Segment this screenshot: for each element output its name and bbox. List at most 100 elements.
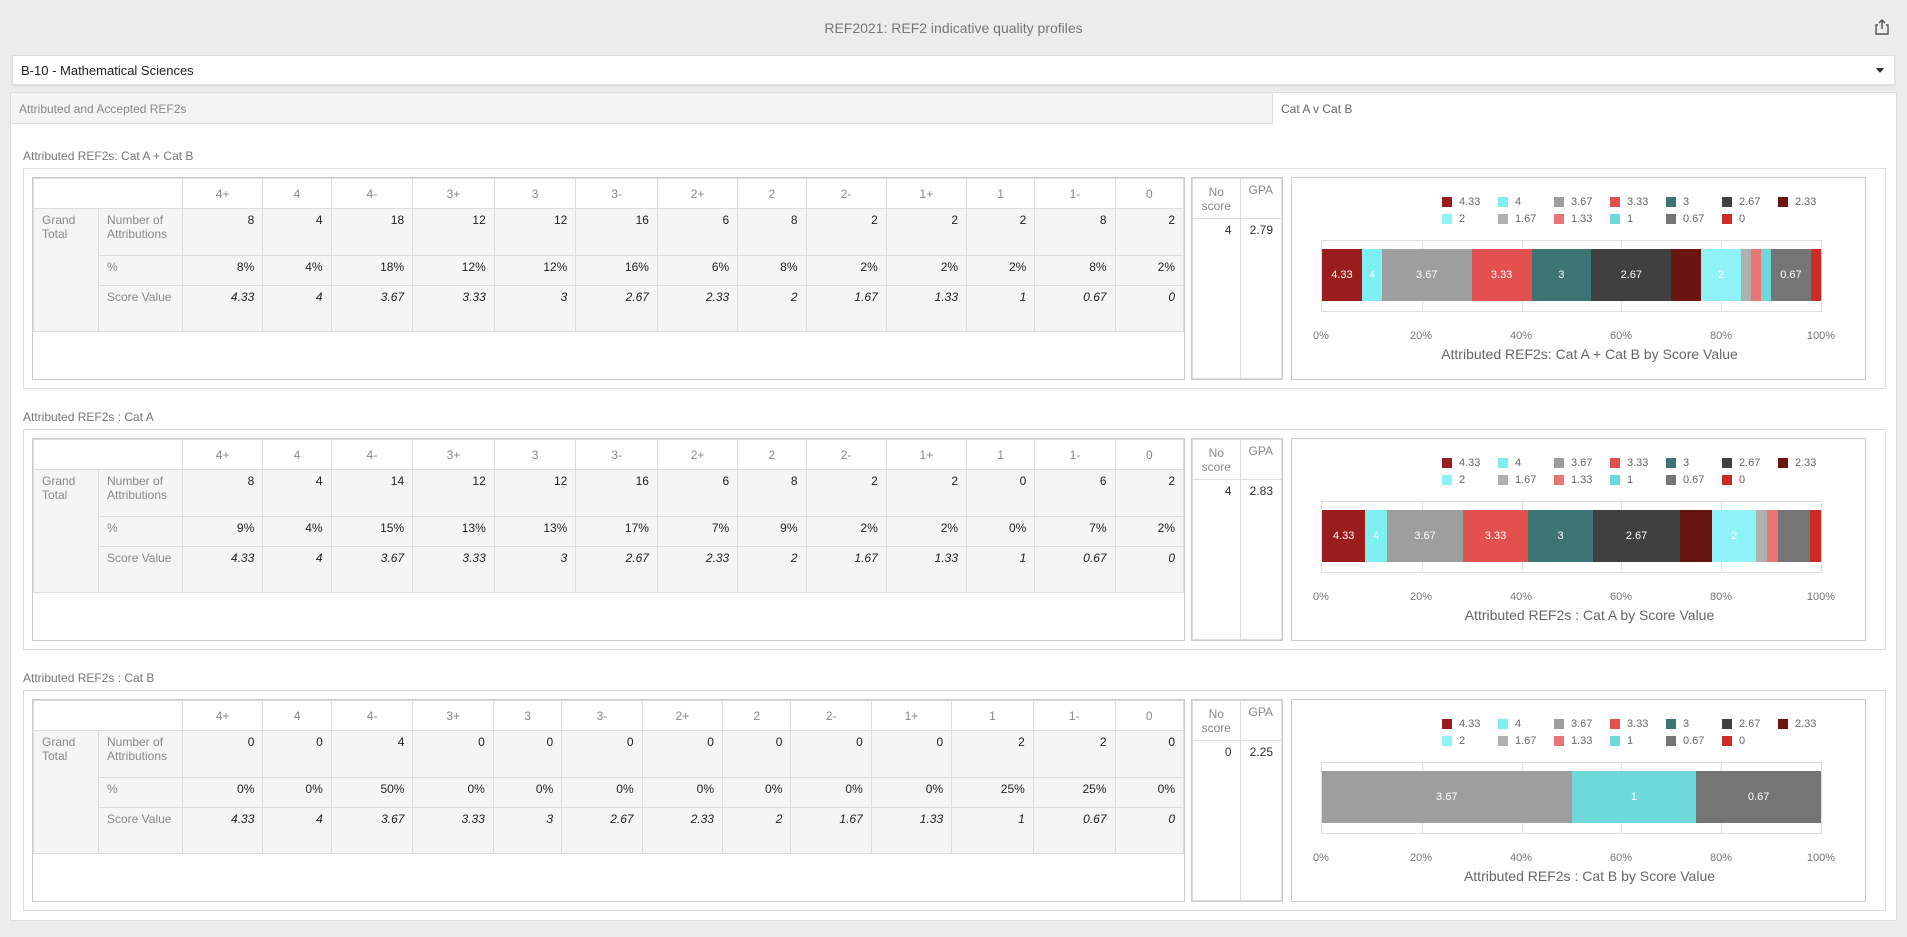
legend-item[interactable]: 0 xyxy=(1722,474,1778,486)
bar-segment-0.67[interactable]: 0.67 xyxy=(1771,249,1811,301)
legend-item[interactable]: 2.33 xyxy=(1778,457,1834,469)
table-cell: 1 xyxy=(951,807,1034,854)
legend-item[interactable]: 3 xyxy=(1666,718,1722,730)
share-icon[interactable] xyxy=(1873,18,1891,36)
legend-item[interactable]: 4 xyxy=(1498,457,1554,469)
legend-item[interactable]: 2 xyxy=(1442,474,1498,486)
table-cell: 2 xyxy=(966,208,1036,256)
gpa-header: GPA xyxy=(1239,178,1283,219)
bar-segment-2[interactable]: 2 xyxy=(1712,510,1756,562)
table-cell: 2% xyxy=(885,516,968,547)
legend-item[interactable]: 4 xyxy=(1498,196,1554,208)
legend-item[interactable]: 3.67 xyxy=(1554,196,1610,208)
legend-swatch xyxy=(1610,719,1620,729)
legend-item[interactable]: 2.67 xyxy=(1722,457,1778,469)
table-row: % 0% 0% 50% 0% 0% 0% 0% 0% 0% 0% 25% 25% 0% xyxy=(34,777,1185,808)
bar-segment-3.33[interactable]: 3.33 xyxy=(1471,249,1532,301)
legend-item[interactable]: 1.33 xyxy=(1554,213,1610,225)
bar-segment-2.67[interactable]: 2.67 xyxy=(1591,249,1672,301)
section-title: Attributed REF2s : Cat B xyxy=(23,671,155,685)
bar-segment-1.67[interactable] xyxy=(1741,249,1752,301)
bar-segment-3[interactable]: 3 xyxy=(1531,249,1592,301)
legend-item[interactable]: 1 xyxy=(1610,213,1666,225)
segment-label: 1 xyxy=(1630,791,1637,803)
legend-item[interactable]: 3 xyxy=(1666,196,1722,208)
bar-segment-3.33[interactable]: 3.33 xyxy=(1463,510,1529,562)
bar-segment-2.67[interactable]: 2.67 xyxy=(1593,510,1680,562)
legend-item[interactable]: 3.67 xyxy=(1554,457,1610,469)
bar-segment-3.67[interactable]: 3.67 xyxy=(1381,249,1472,301)
table-cell: 2 xyxy=(951,730,1034,778)
bar-segment-2.33[interactable] xyxy=(1671,249,1702,301)
legend-item[interactable]: 3.67 xyxy=(1554,718,1610,730)
legend-item[interactable]: 3.33 xyxy=(1610,457,1666,469)
unit-of-assessment-select[interactable]: B-10 - Mathematical Sciences xyxy=(12,55,1895,85)
legend-item[interactable]: 2.67 xyxy=(1722,196,1778,208)
table-cell: 0 xyxy=(790,730,872,778)
tab-cat-a-v-cat-b[interactable]: Cat A v Cat B xyxy=(1273,93,1361,124)
legend-label: 4 xyxy=(1515,196,1522,208)
table-cell: 2% xyxy=(885,255,968,286)
legend-swatch xyxy=(1610,736,1620,746)
legend-item[interactable]: 1.33 xyxy=(1554,735,1610,747)
legend-item[interactable]: 2.67 xyxy=(1722,718,1778,730)
legend-swatch xyxy=(1666,458,1676,468)
chart-title: Attributed REF2s: Cat A + Cat B by Score… xyxy=(1441,346,1738,362)
bar-segment-1.67[interactable] xyxy=(1755,510,1767,562)
x-tick-label: 20% xyxy=(1409,591,1433,603)
bar-segment-3.67[interactable]: 3.67 xyxy=(1322,771,1572,823)
grand-total-label: Grand Total xyxy=(33,730,99,854)
legend-item[interactable]: 0 xyxy=(1722,213,1778,225)
bar-segment-0[interactable] xyxy=(1810,249,1821,301)
table-cell: 50% xyxy=(330,777,414,808)
bar-segment-1.33[interactable] xyxy=(1766,510,1778,562)
legend-item[interactable]: 1.33 xyxy=(1554,474,1610,486)
legend-item[interactable]: 1 xyxy=(1610,474,1666,486)
bar-segment-0.67[interactable] xyxy=(1777,510,1811,562)
table-cell: 1.67 xyxy=(805,285,887,332)
legend-item[interactable]: 0.67 xyxy=(1666,213,1722,225)
bar-segment-0[interactable] xyxy=(1810,510,1821,562)
table-cell: 8 xyxy=(737,208,807,256)
bar-segment-1[interactable] xyxy=(1761,249,1771,301)
bar-segment-4[interactable]: 4 xyxy=(1361,249,1382,301)
bar-segment-1.33[interactable] xyxy=(1751,249,1762,301)
legend-item[interactable]: 0 xyxy=(1722,735,1778,747)
bar-segment-4.33[interactable]: 4.33 xyxy=(1322,510,1366,562)
legend-item[interactable]: 4 xyxy=(1498,718,1554,730)
legend-item[interactable]: 3 xyxy=(1666,457,1722,469)
bar-segment-3[interactable]: 3 xyxy=(1528,510,1594,562)
legend-item[interactable]: 1 xyxy=(1610,735,1666,747)
table-cell: 2 xyxy=(737,285,807,332)
legend-item[interactable]: 4.33 xyxy=(1442,457,1498,469)
table-cell: 0 xyxy=(412,730,494,778)
table-cell: 2.67 xyxy=(575,285,658,332)
legend-item[interactable]: 4.33 xyxy=(1442,196,1498,208)
bar-segment-1[interactable]: 1 xyxy=(1571,771,1697,823)
legend-item[interactable]: 1.67 xyxy=(1498,213,1554,225)
bar-segment-2.33[interactable] xyxy=(1679,510,1713,562)
legend-item[interactable]: 2.33 xyxy=(1778,718,1834,730)
legend-item[interactable]: 1.67 xyxy=(1498,735,1554,747)
tab-attributed-accepted[interactable]: Attributed and Accepted REF2s xyxy=(11,93,1273,124)
score-table-grid: 4+ 4 4- 3+ 3 3- 2+ 2 2- 1+ 1 1- 0 Grand Total Number o… xyxy=(33,178,1185,332)
bar-segment-0.67[interactable]: 0.67 xyxy=(1696,771,1821,823)
bar-segment-3.67[interactable]: 3.67 xyxy=(1387,510,1463,562)
legend-item[interactable]: 2 xyxy=(1442,213,1498,225)
legend-item[interactable]: 1.67 xyxy=(1498,474,1554,486)
legend-item[interactable]: 3.33 xyxy=(1610,196,1666,208)
legend-item[interactable]: 3.33 xyxy=(1610,718,1666,730)
table-cell: 0 xyxy=(721,730,792,778)
bar-segment-4[interactable]: 4 xyxy=(1365,510,1388,562)
table-cell: 0 xyxy=(1114,807,1185,854)
legend-item[interactable]: 0.67 xyxy=(1666,735,1722,747)
legend-item[interactable]: 2 xyxy=(1442,735,1498,747)
bar-segment-2[interactable]: 2 xyxy=(1701,249,1742,301)
section-title: Attributed REF2s: Cat A + Cat B xyxy=(23,149,194,163)
legend-item[interactable]: 0.67 xyxy=(1666,474,1722,486)
gpa-value: 2.25 xyxy=(1239,740,1283,901)
legend-item[interactable]: 2.33 xyxy=(1778,196,1834,208)
bar-segment-4.33[interactable]: 4.33 xyxy=(1322,249,1362,301)
legend-item[interactable]: 4.33 xyxy=(1442,718,1498,730)
table-cell: 16 xyxy=(575,469,658,517)
